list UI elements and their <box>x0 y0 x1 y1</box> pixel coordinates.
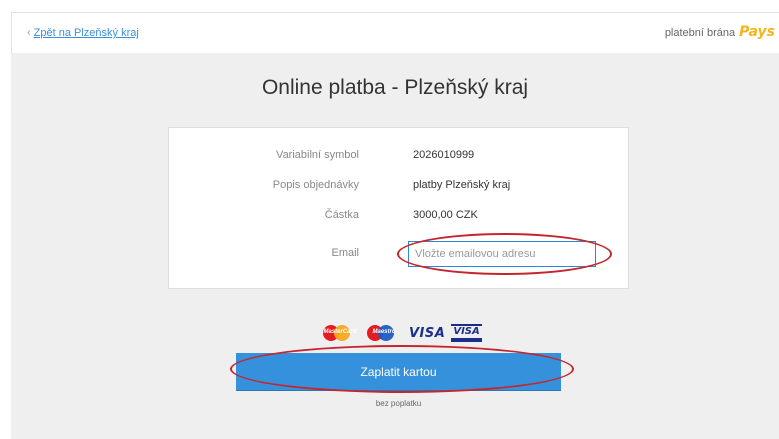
brand-prefix: platební brána <box>664 27 736 39</box>
payment-details-card: Variabilní symbol 2026010999 Popis objed… <box>168 127 629 289</box>
order-description-value: platby Plzeňský kraj <box>413 179 511 191</box>
visa-icon: VISA <box>409 325 446 341</box>
pay-by-card-button[interactable]: Zaplatit kartou <box>236 353 561 390</box>
payment-page: Online platba - Plzeňský kraj Variabilní… <box>11 53 779 439</box>
amount-label: Částka <box>324 209 359 221</box>
top-bar: ‹ Zpět na Plzeňský kraj platební brána Pa… <box>11 12 779 53</box>
order-description-label: Popis objednávky <box>272 179 359 191</box>
email-label: Email <box>331 247 359 259</box>
amount-row: Částka 3000,00 CZK <box>169 205 630 225</box>
variable-symbol-label: Variabilní symbol <box>276 149 359 161</box>
maestro-icon: Maestro <box>365 323 403 343</box>
visa-electron-icon: VISA <box>451 324 482 342</box>
card-logos: MasterCard Maestro VISA VISA <box>321 323 482 343</box>
amount-value: 3000,00 CZK <box>413 209 478 221</box>
fee-note: bez poplatku <box>375 399 422 408</box>
page-title: Online platba - Plzeňský kraj <box>261 76 529 99</box>
variable-symbol-value: 2026010999 <box>413 149 475 161</box>
payment-gateway-brand: platební brána Pays <box>665 24 775 40</box>
back-link[interactable]: ‹ Zpět na Plzeňský kraj <box>27 27 139 39</box>
pays-logo: Pays <box>739 24 775 40</box>
back-link-label: Zpět na Plzeňský kraj <box>33 27 139 39</box>
order-description-row: Popis objednávky platby Plzeňský kraj <box>169 175 630 195</box>
variable-symbol-row: Variabilní symbol 2026010999 <box>169 145 630 165</box>
mastercard-icon: MasterCard <box>321 323 359 343</box>
chevron-left-icon: ‹ <box>27 27 31 39</box>
email-input[interactable] <box>408 241 596 267</box>
